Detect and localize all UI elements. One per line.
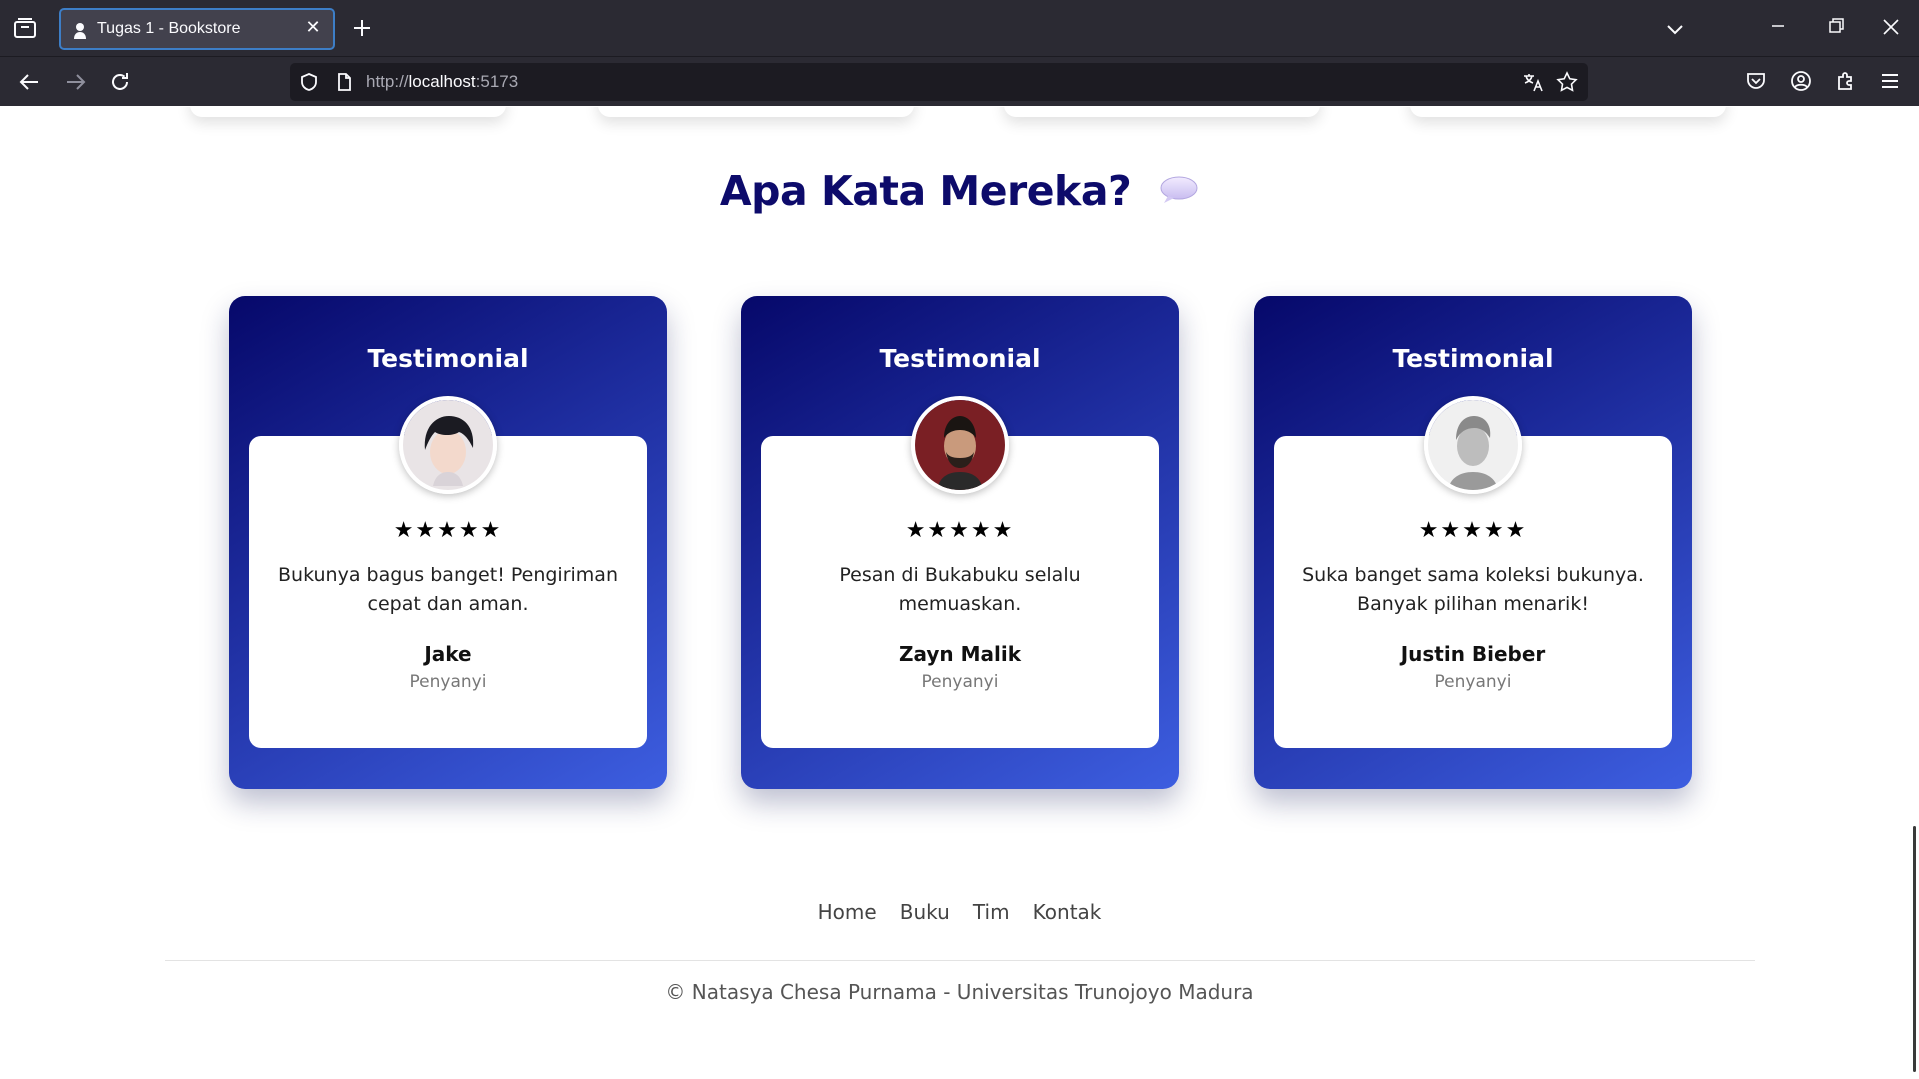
testimonial-role: Penyanyi	[921, 672, 999, 692]
previous-section-card	[190, 107, 506, 117]
translate-icon[interactable]	[1522, 71, 1544, 93]
pocket-icon[interactable]	[1744, 69, 1768, 93]
account-icon[interactable]	[1789, 69, 1813, 93]
page-info-icon[interactable]	[334, 72, 354, 92]
menu-icon[interactable]	[1878, 69, 1902, 93]
page-content: Apa Kata Mereka? Testimonial ★★★★★ Bukun…	[0, 107, 1919, 1079]
rating-stars: ★★★★★	[1418, 518, 1528, 543]
window-minimize-icon[interactable]	[1768, 16, 1788, 36]
previous-section-card	[598, 107, 914, 117]
testimonial-heading: Testimonial	[879, 344, 1041, 373]
window-close-icon[interactable]	[1880, 16, 1902, 38]
avatar	[399, 396, 497, 494]
extensions-icon[interactable]	[1834, 69, 1858, 93]
bookmark-star-icon[interactable]	[1556, 71, 1578, 93]
avatar	[1424, 396, 1522, 494]
testimonial-name: Jake	[424, 642, 472, 666]
previous-section-card	[1004, 107, 1320, 117]
testimonial-role: Penyanyi	[409, 672, 487, 692]
footer-link-kontak[interactable]: Kontak	[1033, 900, 1102, 924]
page-scrollbar[interactable]	[1913, 826, 1916, 1072]
testimonial-quote: Suka banget sama koleksi bukunya. Banyak…	[1302, 564, 1644, 615]
footer-link-buku[interactable]: Buku	[900, 900, 950, 924]
url-text[interactable]: http://localhost:5173	[366, 72, 518, 92]
window-restore-icon[interactable]	[1826, 16, 1846, 36]
page-favicon-icon	[74, 23, 86, 39]
testimonial-name: Zayn Malik	[898, 642, 1022, 666]
tab-close-icon[interactable]: ✕	[303, 18, 323, 38]
testimonial-role: Penyanyi	[1434, 672, 1512, 692]
back-arrow-icon[interactable]	[17, 69, 43, 95]
testimonial-heading: Testimonial	[1392, 344, 1554, 373]
testimonial-name: Justin Bieber	[1400, 642, 1546, 666]
testimonial-card: Testimonial ★★★★★ Pesan di Bukabuku sela…	[741, 296, 1179, 789]
list-all-tabs-icon[interactable]	[1664, 18, 1686, 40]
new-tab-icon[interactable]	[350, 16, 374, 40]
testimonial-card: Testimonial ★★★★★ Suka banget sama kolek…	[1254, 296, 1692, 789]
url-scheme: http://	[366, 72, 409, 91]
footer-link-tim[interactable]: Tim	[973, 900, 1010, 924]
testimonial-heading: Testimonial	[367, 344, 529, 373]
footer-link-home[interactable]: Home	[818, 900, 877, 924]
testimonial-quote: Pesan di Bukabuku selalu memuaskan.	[839, 564, 1081, 615]
url-port: :5173	[475, 72, 519, 91]
address-bar[interactable]: http://localhost:5173	[290, 63, 1588, 101]
previous-section-card	[1410, 107, 1726, 117]
rating-stars: ★★★★★	[393, 518, 503, 543]
forward-arrow-icon[interactable]	[62, 69, 88, 95]
speech-bubble-icon	[1160, 176, 1198, 203]
browser-tab-active[interactable]: Tugas 1 - Bookstore ✕	[59, 8, 335, 50]
tab-overview-icon[interactable]	[12, 16, 38, 40]
shield-icon[interactable]	[299, 72, 319, 92]
rating-stars: ★★★★★	[905, 518, 1015, 543]
testimonial-card: Testimonial ★★★★★ Bukunya bagus banget! …	[229, 296, 667, 789]
url-host: localhost	[408, 72, 476, 91]
footer-divider	[165, 960, 1755, 961]
browser-nav-bar: http://localhost:5173	[0, 56, 1919, 106]
tab-title: Tugas 1 - Bookstore	[97, 20, 241, 37]
section-title-text: Apa Kata Mereka?	[719, 167, 1132, 215]
avatar	[911, 396, 1009, 494]
testimonial-quote: Bukunya bagus banget! Pengiriman cepat d…	[278, 564, 618, 615]
reload-icon[interactable]	[107, 69, 133, 95]
footer-nav: Home Buku Tim Kontak	[0, 900, 1919, 924]
browser-tab-bar: Tugas 1 - Bookstore ✕	[0, 0, 1919, 56]
section-title: Apa Kata Mereka?	[0, 167, 1919, 215]
footer-copyright: © Natasya Chesa Purnama - Universitas Tr…	[665, 980, 1254, 1004]
